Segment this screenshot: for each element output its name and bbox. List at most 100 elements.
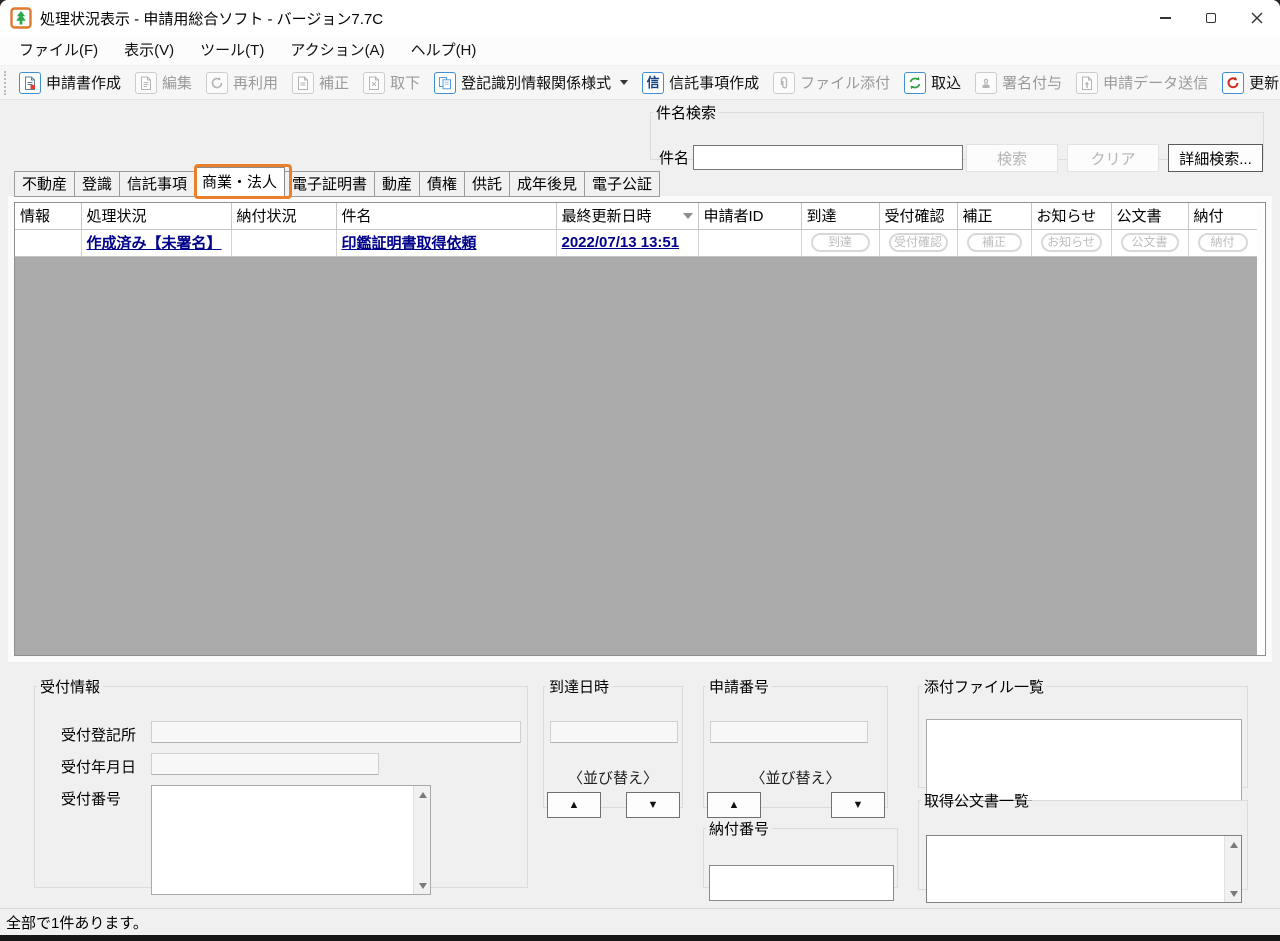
- last-updated-link[interactable]: 2022/07/13 13:51: [562, 234, 680, 251]
- tab-commercial-corporate[interactable]: 商業・法人: [194, 167, 285, 197]
- toolbar-grip[interactable]: [4, 71, 6, 95]
- arrival-pill-button: 到達: [811, 233, 870, 252]
- scroll-down-icon[interactable]: [1225, 885, 1242, 902]
- application-number-legend: 申請番号: [706, 676, 772, 697]
- tab-claims[interactable]: 債権: [419, 171, 465, 197]
- col-applicant-id[interactable]: 申請者ID: [698, 203, 801, 229]
- col-arrival[interactable]: 到達: [801, 203, 879, 229]
- reception-number-box[interactable]: [151, 785, 431, 895]
- public-documents-listbox[interactable]: [926, 835, 1242, 903]
- menu-view[interactable]: 表示(V): [111, 36, 187, 66]
- sign-button: 署名付与: [968, 69, 1069, 97]
- menu-bar: ファイル(F) 表示(V) ツール(T) アクション(A) ヘルプ(H): [0, 36, 1280, 66]
- import-button[interactable]: 取込: [897, 69, 968, 97]
- toolbar: 申請書作成 編集 再利用 補正 取下: [0, 66, 1280, 100]
- registration-forms-button[interactable]: 登記識別情報関係様式: [427, 69, 635, 97]
- new-document-icon: [19, 72, 41, 94]
- tab-movables[interactable]: 動産: [374, 171, 420, 197]
- subject-search-input[interactable]: [693, 145, 963, 170]
- reception-date-label: 受付年月日: [61, 756, 136, 777]
- attachment-listbox[interactable]: [926, 719, 1242, 801]
- app-window: 処理状況表示 - 申請用総合ソフト - バージョン7.7C ファイル(F) 表示…: [0, 0, 1280, 941]
- public-documents-group: 取得公文書一覧: [918, 790, 1248, 890]
- subject-search-legend: 件名検索: [653, 102, 719, 123]
- reception-number-label: 受付番号: [61, 788, 121, 809]
- public-documents-legend: 取得公文書一覧: [921, 790, 1032, 811]
- sign-label: 署名付与: [1002, 72, 1062, 93]
- sort-descending-icon: [683, 213, 693, 219]
- processing-status-link[interactable]: 作成済み【未署名】: [87, 235, 222, 252]
- signature-stamp-icon: [975, 72, 997, 94]
- application-number-sort-up-button[interactable]: ▲: [707, 792, 761, 818]
- scroll-up-icon[interactable]: [414, 786, 431, 803]
- withdraw-document-icon: [363, 72, 385, 94]
- application-number-sort-label: 〈並び替え〉: [704, 767, 887, 788]
- col-processing-status[interactable]: 処理状況: [81, 203, 231, 229]
- arrival-datetime-group: 到達日時 〈並び替え〉 ▲ ▼: [543, 676, 683, 808]
- public-document-pill-button: 公文書: [1121, 233, 1179, 252]
- attachment-list-group: 添付ファイル一覧: [918, 676, 1248, 788]
- table-header-row: 情報 処理状況 納付状況 件名 最終更新日時 申請者ID 到達 受付確認 補正 …: [15, 203, 1257, 229]
- minimize-button[interactable]: [1142, 0, 1188, 36]
- arrival-sort-up-button[interactable]: ▲: [547, 792, 601, 818]
- title-bar: 処理状況表示 - 申請用総合ソフト - バージョン7.7C: [0, 0, 1280, 36]
- cell-receipt-confirm: 受付確認: [879, 229, 957, 256]
- col-payment-status[interactable]: 納付状況: [231, 203, 336, 229]
- payment-number-field[interactable]: [709, 865, 894, 901]
- public-documents-scrollbar[interactable]: [1224, 836, 1241, 902]
- menu-help[interactable]: ヘルプ(H): [398, 36, 490, 66]
- create-application-button[interactable]: 申請書作成: [12, 69, 128, 97]
- menu-tools[interactable]: ツール(T): [187, 36, 277, 66]
- menu-file[interactable]: ファイル(F): [6, 36, 111, 66]
- payment-number-legend: 納付番号: [706, 818, 772, 839]
- col-notice[interactable]: お知らせ: [1031, 203, 1111, 229]
- scroll-down-icon[interactable]: [414, 877, 431, 894]
- withdraw-label: 取下: [390, 72, 420, 93]
- dropdown-caret-icon: [620, 80, 628, 85]
- arrival-datetime-field: [550, 721, 678, 743]
- col-info[interactable]: 情報: [15, 203, 81, 229]
- send-data-button: 申請データ送信: [1069, 69, 1215, 97]
- col-last-updated[interactable]: 最終更新日時: [556, 203, 698, 229]
- cell-notice: お知らせ: [1031, 229, 1111, 256]
- tab-adult-guardianship[interactable]: 成年後見: [509, 171, 585, 197]
- search-button: 検索: [966, 144, 1058, 172]
- reception-office-field: [151, 721, 521, 743]
- tab-deposit[interactable]: 供託: [464, 171, 510, 197]
- subject-search-group: 件名検索 件名 検索 クリア 詳細検索...: [650, 102, 1264, 160]
- payment-number-group: 納付番号: [703, 818, 898, 888]
- cell-arrival: 到達: [801, 229, 879, 256]
- trust-create-button[interactable]: 信 信託事項作成: [635, 69, 766, 97]
- close-button[interactable]: [1234, 0, 1280, 36]
- tab-e-certificate[interactable]: 電子証明書: [284, 171, 375, 197]
- close-icon: [1251, 12, 1263, 24]
- grid-vertical-scrollbar[interactable]: [1257, 203, 1265, 655]
- import-arrows-icon: [904, 72, 926, 94]
- subject-link[interactable]: 印鑑証明書取得依頼: [342, 235, 477, 252]
- refresh-button[interactable]: 更新: [1215, 69, 1280, 97]
- cell-last-updated: 2022/07/13 13:51: [556, 229, 698, 256]
- clear-button: クリア: [1067, 144, 1159, 172]
- tab-real-estate[interactable]: 不動産: [14, 171, 75, 197]
- tab-trust[interactable]: 信託事項: [119, 171, 195, 197]
- col-receipt-confirm[interactable]: 受付確認: [879, 203, 957, 229]
- menu-action[interactable]: アクション(A): [277, 36, 397, 66]
- scroll-up-icon[interactable]: [1225, 836, 1242, 853]
- col-payment[interactable]: 納付: [1188, 203, 1257, 229]
- application-number-sort-down-button[interactable]: ▼: [831, 792, 885, 818]
- col-amend[interactable]: 補正: [957, 203, 1031, 229]
- edit-label: 編集: [162, 72, 192, 93]
- maximize-button[interactable]: [1188, 0, 1234, 36]
- advanced-search-button[interactable]: 詳細検索...: [1168, 144, 1263, 172]
- col-subject[interactable]: 件名: [336, 203, 556, 229]
- application-number-group: 申請番号 〈並び替え〉 ▲ ▼: [703, 676, 888, 808]
- reception-info-group: 受付情報 受付登記所 受付年月日 受付番号: [34, 676, 528, 888]
- col-public-document[interactable]: 公文書: [1111, 203, 1188, 229]
- app-icon: [10, 7, 32, 29]
- reception-number-scrollbar[interactable]: [413, 786, 430, 894]
- tab-e-notarization[interactable]: 電子公証: [584, 171, 660, 197]
- reuse-label: 再利用: [233, 72, 278, 93]
- tab-registration-id[interactable]: 登識: [74, 171, 120, 197]
- trust-kanji-icon: 信: [642, 72, 664, 94]
- arrival-sort-down-button[interactable]: ▼: [626, 792, 680, 818]
